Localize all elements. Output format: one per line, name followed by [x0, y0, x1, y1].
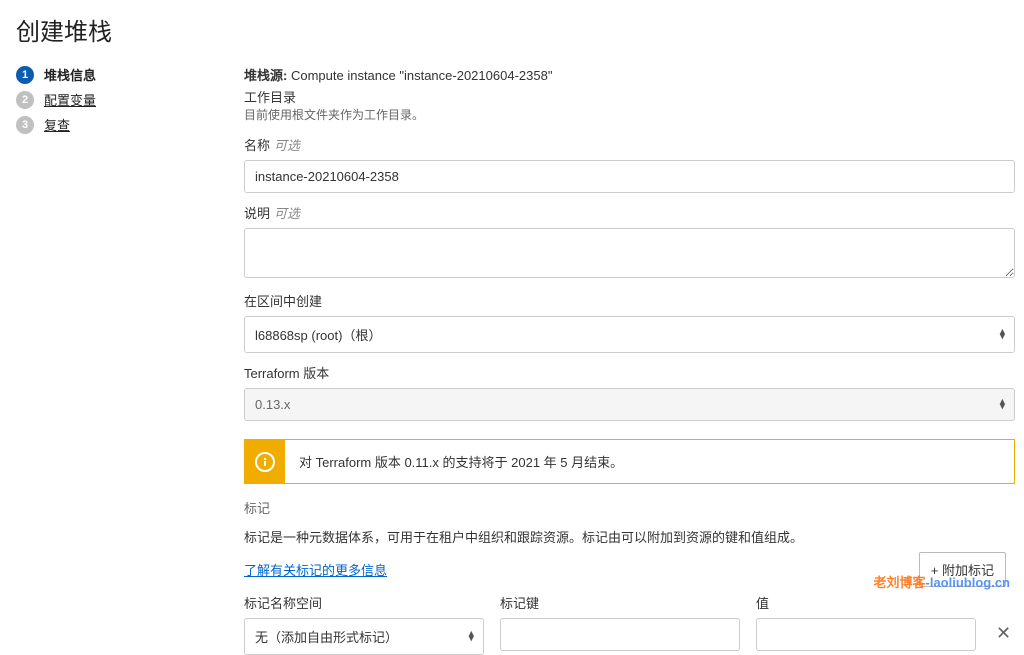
warning-icon — [255, 452, 275, 472]
page-title: 创建堆栈 — [0, 0, 1024, 65]
terraform-version-select[interactable]: 0.13.x — [244, 388, 1015, 421]
step-number-icon: 3 — [16, 116, 34, 134]
tag-value-label: 值 — [756, 593, 976, 612]
description-label: 说明可选 — [244, 203, 1015, 222]
stack-source-row: 堆栈源: Compute instance "instance-20210604… — [244, 65, 1015, 84]
description-input[interactable] — [244, 228, 1015, 278]
tag-value-input[interactable] — [756, 618, 976, 651]
tag-key-label: 标记键 — [500, 593, 740, 612]
tag-namespace-select[interactable]: 无（添加自由形式标记） — [244, 618, 484, 655]
main-form: 堆栈源: Compute instance "instance-20210604… — [236, 65, 1015, 655]
step-number-icon: 1 — [16, 66, 34, 84]
terraform-deprecation-notice: 对 Terraform 版本 0.11.x 的支持将于 2021 年 5 月结束… — [244, 439, 1015, 484]
tag-row: 标记名称空间 无（添加自由形式标记） ▴▾ 标记键 值 ✕ — [244, 593, 1015, 655]
tags-section-label: 标记 — [244, 498, 1015, 517]
stack-source-label: 堆栈源: — [244, 68, 287, 83]
name-input[interactable] — [244, 160, 1015, 193]
step-review[interactable]: 3 复查 — [16, 115, 236, 134]
tag-key-input[interactable] — [500, 618, 740, 651]
tag-namespace-label: 标记名称空间 — [244, 593, 484, 612]
name-label: 名称可选 — [244, 135, 1015, 154]
notice-text: 对 Terraform 版本 0.11.x 的支持将于 2021 年 5 月结束… — [285, 440, 1014, 483]
step-label: 堆栈信息 — [44, 65, 96, 84]
step-configure-variables[interactable]: 2 配置变量 — [16, 90, 236, 109]
remove-tag-button[interactable]: ✕ — [992, 623, 1015, 644]
wizard-steps-sidebar: 1 堆栈信息 2 配置变量 3 复查 — [16, 65, 236, 655]
compartment-select[interactable]: l68868sp (root)（根） — [244, 316, 1015, 353]
stack-source-value: Compute instance "instance-20210604-2358… — [291, 68, 552, 83]
step-stack-info[interactable]: 1 堆栈信息 — [16, 65, 236, 84]
tags-learn-more-link[interactable]: 了解有关标记的更多信息 — [244, 560, 387, 579]
add-tag-button[interactable]: + 附加标记 — [919, 552, 1006, 587]
step-label: 配置变量 — [44, 90, 96, 109]
tags-description: 标记是一种元数据体系，可用于在租户中组织和跟踪资源。标记由可以附加到资源的键和值… — [244, 527, 1015, 546]
step-number-icon: 2 — [16, 91, 34, 109]
workdir-hint: 目前使用根文件夹作为工作目录。 — [244, 106, 1015, 123]
notice-accent-bar — [245, 440, 285, 483]
compartment-label: 在区间中创建 — [244, 291, 1015, 310]
workdir-label: 工作目录 — [244, 87, 1015, 106]
step-label: 复查 — [44, 115, 70, 134]
terraform-version-label: Terraform 版本 — [244, 363, 1015, 382]
